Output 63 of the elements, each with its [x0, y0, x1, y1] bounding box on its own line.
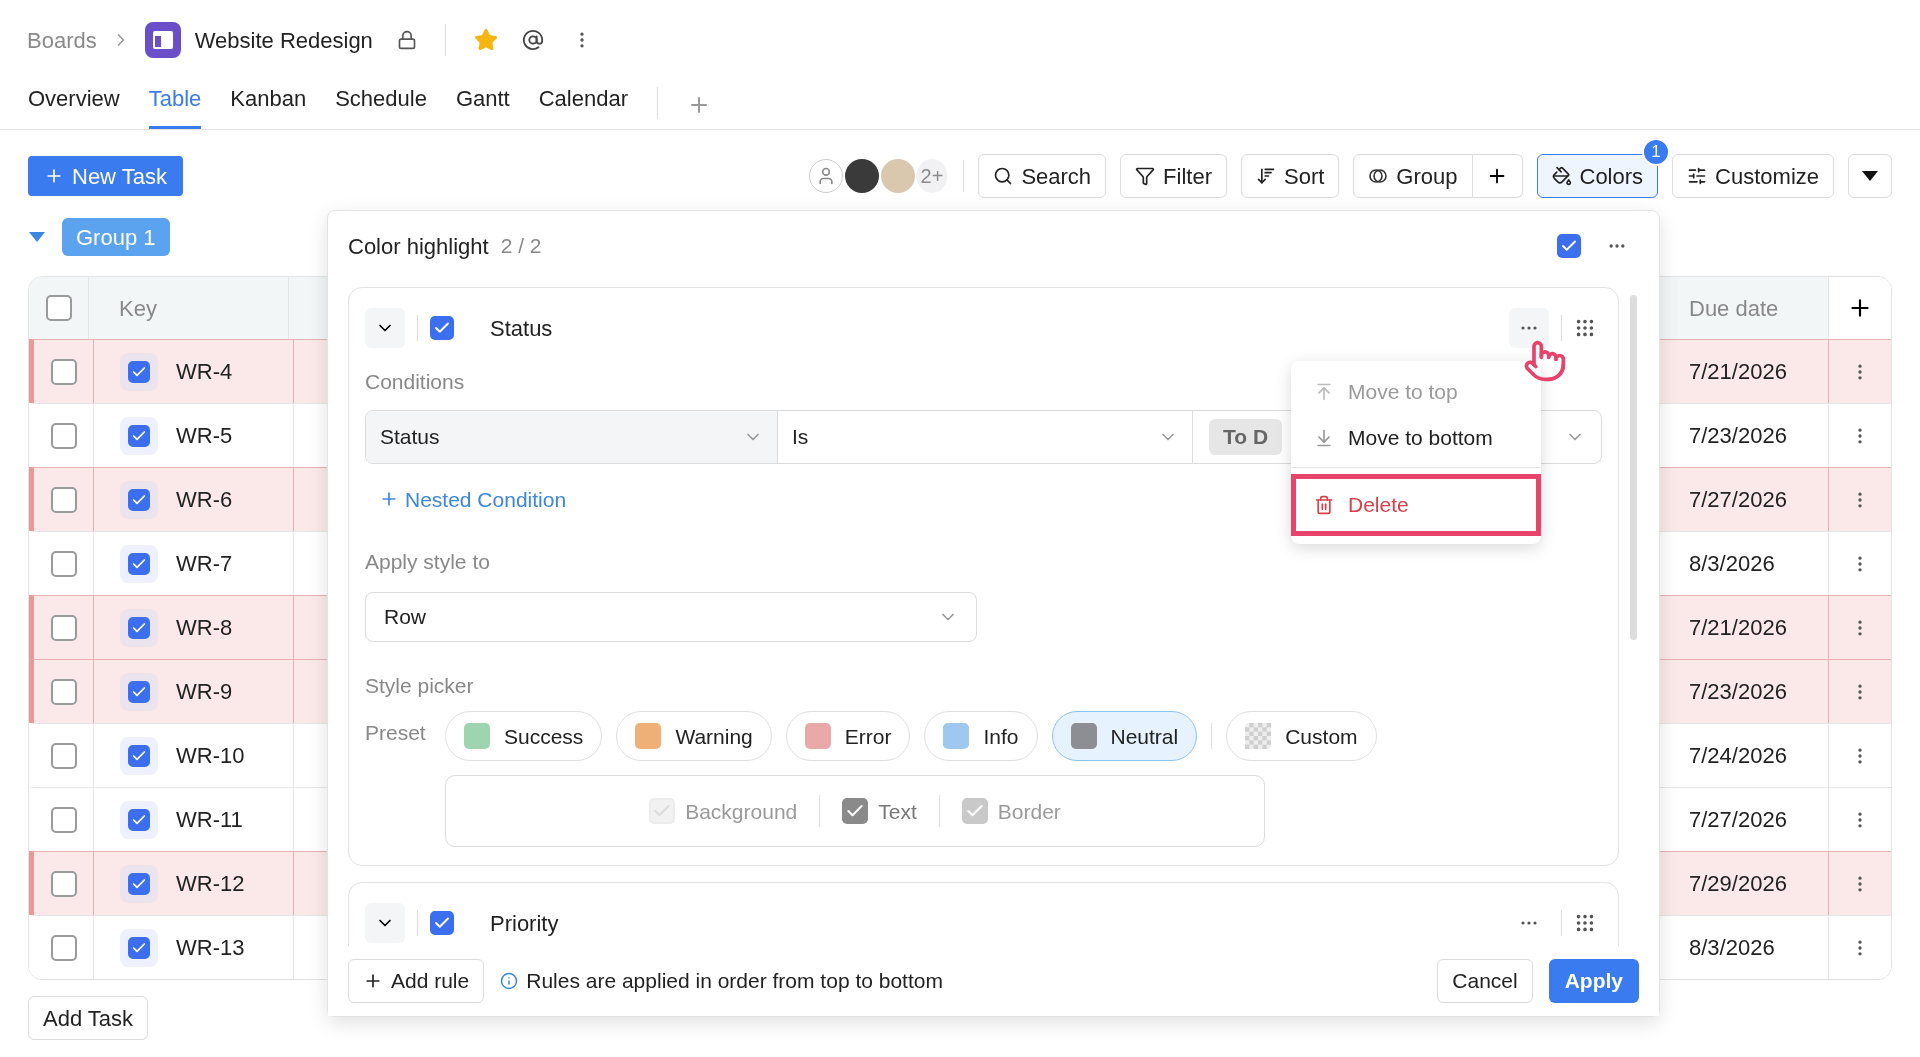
- preset-chip[interactable]: Warning: [616, 711, 772, 762]
- apply-button[interactable]: Apply: [1548, 959, 1639, 1003]
- table-cell-text: WR-7: [176, 550, 233, 578]
- style-target-label: Text: [878, 798, 917, 825]
- cancel-button[interactable]: Cancel: [1437, 959, 1533, 1003]
- table-cell-text: 7/27/2026: [1689, 486, 1787, 514]
- search-button[interactable]: Search: [978, 154, 1107, 198]
- table-cell-text: 7/27/2026: [1689, 806, 1787, 834]
- section-label: Style picker: [365, 673, 474, 697]
- preset-label: Preset: [365, 720, 427, 747]
- table-cell-text: WR-4: [176, 358, 233, 386]
- add-rule-button[interactable]: Add rule: [348, 959, 485, 1003]
- rule-count: 2 / 2: [500, 233, 542, 260]
- value-chip[interactable]: To D: [1209, 418, 1283, 455]
- menu-item[interactable]: Delete: [1291, 474, 1541, 536]
- tab[interactable]: Table: [148, 80, 202, 129]
- table-cell-text: WR-9: [176, 678, 233, 706]
- preset-chip[interactable]: Neutral: [1051, 711, 1198, 762]
- new-task-button[interactable]: New Task: [28, 156, 183, 196]
- customize-button[interactable]: Customize: [1672, 154, 1834, 198]
- section-label: Apply style to: [365, 550, 490, 574]
- count-badge: 1: [1642, 138, 1671, 166]
- table-cell-text: WR-10: [176, 742, 245, 770]
- table-cell-text: WR-11: [176, 806, 243, 834]
- table-cell-text: WR-8: [176, 614, 233, 642]
- tab[interactable]: Overview: [28, 80, 120, 129]
- table-cell-text: 8/3/2026: [1689, 550, 1775, 578]
- table-cell-text: 7/24/2026: [1689, 742, 1787, 770]
- preset-chip[interactable]: Custom: [1226, 711, 1377, 762]
- table-cell-text: WR-12: [176, 870, 245, 898]
- menu-item[interactable]: Move to bottom: [1291, 415, 1541, 461]
- table-cell-text: WR-6: [176, 486, 233, 514]
- preset-chip[interactable]: Info: [924, 711, 1038, 762]
- tab[interactable]: Calendar: [538, 80, 628, 129]
- preset-chip[interactable]: Error: [785, 711, 911, 762]
- field-select[interactable]: Status: [366, 410, 778, 463]
- table-cell-text: WR-13: [176, 934, 245, 962]
- table-cell-text: WR-5: [176, 422, 233, 450]
- style-target-label: Border: [997, 798, 1061, 825]
- tab[interactable]: Schedule: [335, 80, 427, 129]
- table-cell-text: 7/29/2026: [1689, 870, 1787, 898]
- table-cell-text: 7/23/2026: [1689, 678, 1787, 706]
- preset-chip[interactable]: Success: [445, 711, 603, 762]
- apply-to-select[interactable]: Row: [365, 591, 977, 642]
- table-cell-text: 7/23/2026: [1689, 422, 1787, 450]
- filter-button[interactable]: Filter: [1120, 154, 1227, 198]
- add-task-button[interactable]: Add Task: [28, 996, 149, 1040]
- rule-name: Status: [490, 314, 553, 343]
- panel-title: Color highlight: [348, 232, 489, 261]
- rule-name: Priority: [490, 909, 559, 938]
- table-cell-text: 7/21/2026: [1689, 614, 1787, 642]
- group-button[interactable]: Group: [1353, 154, 1473, 198]
- board-title: Website Redesign: [194, 26, 373, 55]
- table-cell-text: 8/3/2026: [1689, 934, 1775, 962]
- sort-button[interactable]: Sort: [1241, 154, 1340, 198]
- table-cell-text: 7/21/2026: [1689, 358, 1787, 386]
- tab[interactable]: Kanban: [230, 80, 307, 129]
- section-label: Conditions: [365, 370, 465, 393]
- style-target-label: Background: [685, 798, 798, 825]
- hint-text: Rules are applied in order from top to bottom: [526, 968, 943, 995]
- operator-select[interactable]: Is: [778, 410, 1193, 463]
- tab[interactable]: Gantt: [455, 80, 510, 129]
- nested-condition-link[interactable]: Nested Condition: [379, 483, 567, 515]
